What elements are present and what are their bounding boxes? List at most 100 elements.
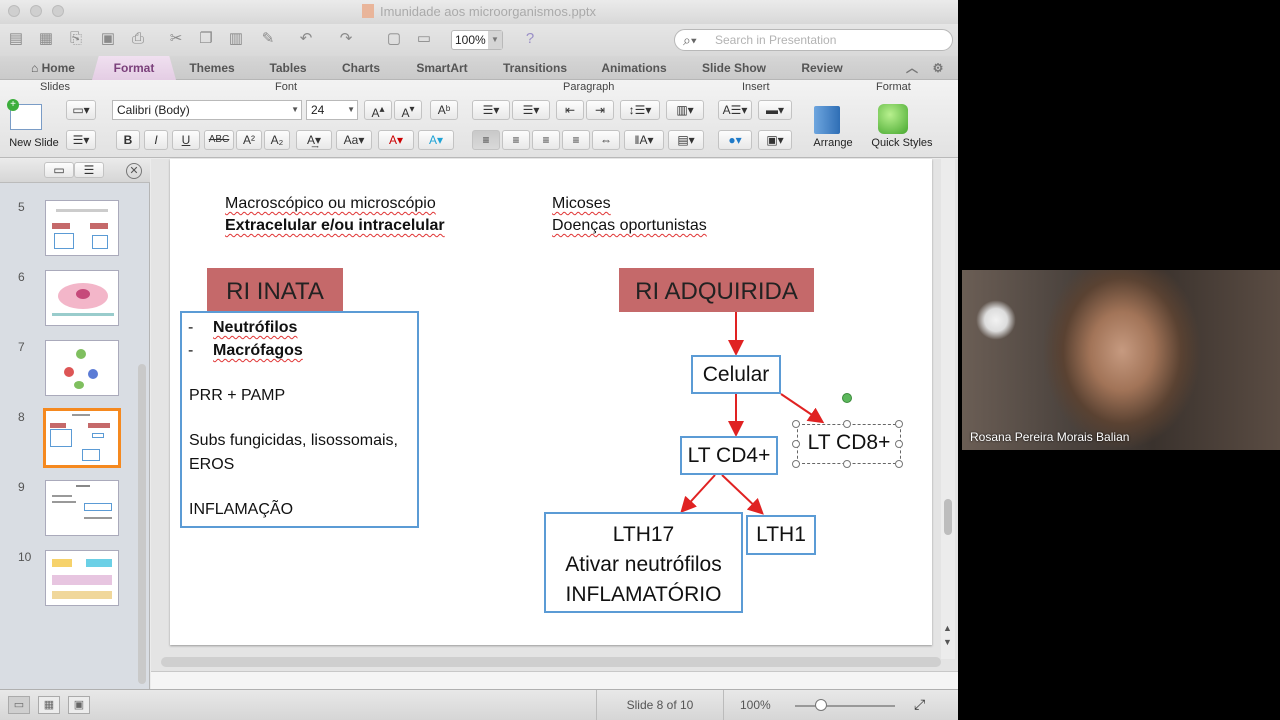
- ri-inata-textbox[interactable]: - Neutrófilos - Macrófagos PRR + PAMP Su…: [180, 311, 419, 528]
- flow-box-lt-cd4[interactable]: LT CD4+: [680, 436, 778, 475]
- tab-themes[interactable]: Themes: [180, 56, 244, 80]
- selection-handle[interactable]: [843, 460, 851, 468]
- presenter-view-icon[interactable]: ▣: [68, 696, 90, 714]
- outline-view-tab[interactable]: ☰: [74, 162, 104, 178]
- line-spacing-button[interactable]: ↕☰▾: [620, 100, 660, 120]
- slides-view-tab[interactable]: ▭: [44, 162, 74, 178]
- slide-text-extracelular[interactable]: Extracelular e/ou intracelular: [225, 217, 445, 235]
- slide-text-macroscopico[interactable]: Macroscópico ou microscópio: [225, 195, 436, 213]
- align-text-button[interactable]: ▤▾: [668, 130, 704, 150]
- vertical-scrollbar[interactable]: ▲ ▼: [941, 159, 955, 659]
- tab-smartart[interactable]: SmartArt: [404, 56, 480, 80]
- close-icon[interactable]: ✕: [126, 163, 142, 179]
- ri-adquirida-header[interactable]: RI ADQUIRIDA: [619, 268, 814, 312]
- justify-button[interactable]: ≡: [562, 130, 590, 150]
- clear-format-icon[interactable]: Aᵇ: [430, 100, 458, 120]
- open-icon[interactable]: ⎘: [66, 29, 86, 49]
- tab-tables[interactable]: Tables: [258, 56, 318, 80]
- section-button[interactable]: ☰▾: [66, 130, 96, 150]
- templates-icon[interactable]: ▦: [36, 29, 56, 49]
- selection-handle-rotate[interactable]: [842, 393, 852, 403]
- paste-icon[interactable]: ▥: [226, 29, 246, 49]
- italic-button[interactable]: I: [144, 130, 168, 150]
- strikethrough-button[interactable]: ABC: [204, 130, 234, 150]
- print-icon[interactable]: ⎙: [128, 29, 148, 49]
- undo-icon[interactable]: ↶: [296, 29, 316, 49]
- picture-button[interactable]: ▬▾: [758, 100, 792, 120]
- selection-handle[interactable]: [895, 460, 903, 468]
- thumbnail-slide-10[interactable]: 10: [0, 550, 140, 610]
- flow-box-lt-cd8-selected[interactable]: LT CD8+: [797, 424, 901, 464]
- redo-icon[interactable]: ↷: [336, 29, 356, 49]
- tab-review[interactable]: Review: [790, 56, 854, 80]
- font-name-select[interactable]: Calibri (Body) ▼: [112, 100, 302, 120]
- align-left-button[interactable]: ≡: [472, 130, 500, 150]
- tab-charts[interactable]: Charts: [332, 56, 390, 80]
- next-slide-icon[interactable]: ▼: [943, 637, 952, 647]
- align-right-button[interactable]: ≡: [532, 130, 560, 150]
- tab-format[interactable]: Format: [92, 56, 176, 80]
- arrange-button[interactable]: Arrange: [808, 100, 858, 152]
- zoom-slider[interactable]: [795, 705, 895, 707]
- thumbnail-slide-7[interactable]: 7: [0, 340, 140, 400]
- notes-pane-handle[interactable]: [151, 671, 958, 689]
- character-spacing-button[interactable]: A͢▾: [296, 130, 332, 150]
- new-document-icon[interactable]: ▤: [6, 29, 26, 49]
- increase-indent-button[interactable]: ⇥: [586, 100, 614, 120]
- horizontal-scrollbar[interactable]: [161, 657, 941, 667]
- flow-box-lth17[interactable]: LTH17 Ativar neutrófilos INFLAMATÓRIO: [544, 512, 743, 613]
- gear-icon[interactable]: ⚙: [928, 56, 948, 80]
- thumbnail-slide-8[interactable]: 8: [0, 408, 140, 470]
- change-case-button[interactable]: Aa▾: [336, 130, 372, 150]
- slide-sorter-icon[interactable]: ▦: [38, 696, 60, 714]
- fit-to-window-icon[interactable]: ⤢: [914, 696, 925, 713]
- close-window-button[interactable]: [8, 5, 20, 17]
- underline-button[interactable]: U: [172, 130, 200, 150]
- thumbnails-scrollbar[interactable]: [138, 364, 146, 684]
- slideshow-icon[interactable]: ▭: [414, 29, 434, 49]
- numbering-button[interactable]: ☰▾: [512, 100, 550, 120]
- slide-text-doencas[interactable]: Doenças oportunistas: [552, 217, 707, 235]
- quick-styles-button[interactable]: Quick Styles: [866, 100, 938, 152]
- thumbnail-slide-5[interactable]: 5: [0, 200, 140, 260]
- selection-handle[interactable]: [792, 420, 800, 428]
- thumbnail-slide-6[interactable]: 6: [0, 270, 140, 330]
- zoom-slider-knob[interactable]: [815, 699, 827, 711]
- layout-button[interactable]: ▭▾: [66, 100, 96, 120]
- cut-icon[interactable]: ✂: [166, 29, 186, 49]
- previous-slide-icon[interactable]: ▲: [943, 623, 952, 633]
- selection-handle[interactable]: [792, 440, 800, 448]
- selection-handle[interactable]: [792, 460, 800, 468]
- selection-handle[interactable]: [843, 420, 851, 428]
- save-icon[interactable]: ▣: [98, 29, 118, 49]
- selection-handle[interactable]: [895, 420, 903, 428]
- minimize-window-button[interactable]: [30, 5, 42, 17]
- copy-icon[interactable]: ❐: [196, 29, 216, 49]
- vertical-scroll-thumb[interactable]: [944, 499, 952, 535]
- media-button[interactable]: ▣▾: [758, 130, 792, 150]
- new-slide-button[interactable]: + New Slide: [6, 99, 62, 152]
- help-icon[interactable]: ?: [520, 29, 540, 49]
- subscript-button[interactable]: A₂: [264, 130, 290, 150]
- normal-view-icon[interactable]: ▭: [8, 696, 30, 714]
- distributed-button[interactable]: ⇔: [592, 130, 620, 150]
- bold-button[interactable]: B: [116, 130, 140, 150]
- shrink-font-button[interactable]: A▾: [394, 100, 422, 120]
- format-painter-icon[interactable]: ✎: [258, 29, 278, 49]
- ri-inata-header[interactable]: RI INATA: [207, 268, 343, 312]
- superscript-button[interactable]: A²: [236, 130, 262, 150]
- thumbnail-slide-9[interactable]: 9: [0, 480, 140, 540]
- grow-font-button[interactable]: A▴: [364, 100, 392, 120]
- zoom-select[interactable]: 100% ▼: [451, 30, 503, 50]
- text-box-button[interactable]: A☰▾: [718, 100, 752, 120]
- collapse-ribbon-icon[interactable]: ︿: [902, 56, 922, 80]
- columns-button[interactable]: ▥▾: [666, 100, 704, 120]
- slide-text-micoses[interactable]: Micoses: [552, 195, 611, 213]
- font-size-select[interactable]: 24 ▼: [306, 100, 358, 120]
- selection-handle[interactable]: [895, 440, 903, 448]
- align-center-button[interactable]: ≡: [502, 130, 530, 150]
- tab-animations[interactable]: Animations: [592, 56, 676, 80]
- flow-box-celular[interactable]: Celular: [691, 355, 781, 394]
- decrease-indent-button[interactable]: ⇤: [556, 100, 584, 120]
- media-browser-icon[interactable]: ▢: [384, 29, 404, 49]
